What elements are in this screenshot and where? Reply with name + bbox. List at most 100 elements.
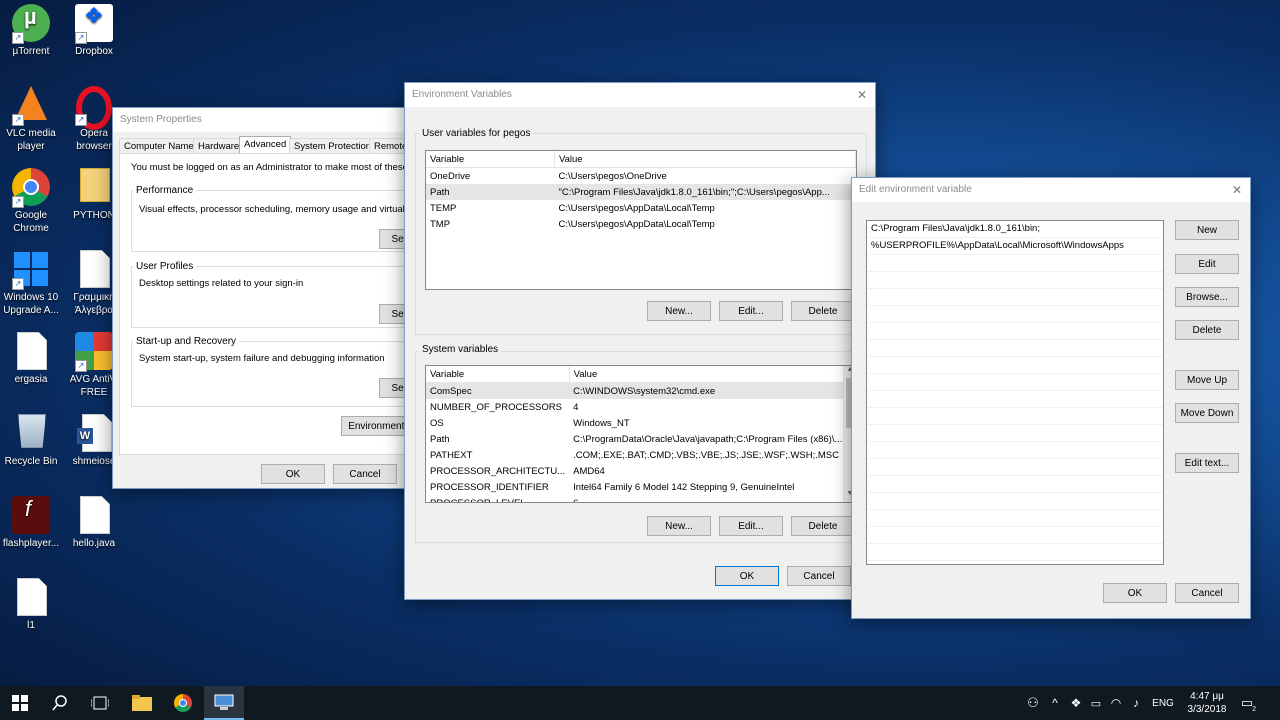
table-row[interactable]: PROCESSOR_IDENTIFIER Intel64 Family 6 Mod… <box>426 479 846 495</box>
desktop-icon-chrome[interactable]: ↗ Google Chrome <box>0 168 62 235</box>
list-item-empty[interactable] <box>867 408 1163 425</box>
column-header-variable[interactable]: Variable <box>426 366 570 383</box>
tab-hardware[interactable]: Hardware <box>193 138 245 154</box>
start-button[interactable] <box>0 686 40 720</box>
environment-variables-titlebar[interactable]: Environment Variables ✕ <box>405 83 875 107</box>
list-item-empty[interactable] <box>867 323 1163 340</box>
desktop-icon-l1[interactable]: l1 <box>0 578 62 632</box>
list-item-empty[interactable] <box>867 289 1163 306</box>
column-header-value[interactable]: Value <box>554 151 856 168</box>
show-hidden-icons-icon[interactable]: ^ <box>1044 696 1066 710</box>
list-item[interactable]: C:\Program Files\Java\jdk1.8.0_161\bin; <box>867 221 1163 238</box>
wifi-icon[interactable]: ◠ <box>1106 696 1126 710</box>
path-entries-list[interactable]: C:\Program Files\Java\jdk1.8.0_161\bin; … <box>866 220 1164 565</box>
cancel-button[interactable]: Cancel <box>787 566 851 586</box>
volume-icon[interactable]: ♪ <box>1126 696 1146 710</box>
people-icon[interactable]: ⚇ <box>1022 695 1044 711</box>
table-row[interactable]: Path "C:\Program Files\Java\jdk1.8.0_161\… <box>426 184 856 200</box>
user-profiles-desc: Desktop settings related to your sign-in <box>139 278 304 289</box>
table-row[interactable]: ComSpec C:\WINDOWS\system32\cmd.exe <box>426 382 847 399</box>
tab-advanced[interactable]: Advanced <box>239 136 292 154</box>
action-center-button[interactable]: ▭ 2 <box>1234 695 1260 713</box>
move-down-button[interactable]: Move Down <box>1175 403 1239 423</box>
list-item-empty[interactable] <box>867 476 1163 493</box>
tab-system-protection[interactable]: System Protection <box>289 138 377 154</box>
clock[interactable]: 4:47 μμ 3/3/2018 <box>1180 690 1234 716</box>
list-item-empty[interactable] <box>867 272 1163 289</box>
list-item-empty[interactable] <box>867 391 1163 408</box>
list-item[interactable]: %USERPROFILE%\AppData\Local\Microsoft\Wi… <box>867 238 1163 255</box>
user-edit-button[interactable]: Edit... <box>719 301 783 321</box>
table-row[interactable]: TEMP C:\Users\pegos\AppData\Local\Temp <box>426 200 856 216</box>
list-item-empty[interactable] <box>867 510 1163 527</box>
desktop-icon-hello-java[interactable]: hello.java <box>63 496 125 550</box>
list-item-empty[interactable] <box>867 544 1163 561</box>
ok-button[interactable]: OK <box>715 566 779 586</box>
desktop-icon-utorrent[interactable]: µ ↗ µTorrent <box>0 4 62 58</box>
move-up-button[interactable]: Move Up <box>1175 370 1239 390</box>
list-item-empty[interactable] <box>867 340 1163 357</box>
system-variables-list[interactable]: Variable Value ComSpec C:\WINDOWS\system3… <box>425 365 857 503</box>
user-delete-button[interactable]: Delete <box>791 301 855 321</box>
table-row[interactable]: Path C:\ProgramData\Oracle\Java\javapath;… <box>426 431 846 447</box>
list-item-empty[interactable] <box>867 425 1163 442</box>
close-icon[interactable]: ✕ <box>1232 178 1242 202</box>
desktop-icon-win10-upgrade[interactable]: ↗ Windows 10 Upgrade A... <box>0 250 62 317</box>
user-new-button[interactable]: New... <box>647 301 711 321</box>
ok-button[interactable]: OK <box>261 464 325 484</box>
new-entry-button[interactable]: New <box>1175 220 1239 240</box>
list-item-empty[interactable] <box>867 493 1163 510</box>
column-header-value[interactable]: Value <box>569 366 847 383</box>
taskbar-chrome[interactable] <box>163 686 203 720</box>
variable-name: OS <box>430 417 444 429</box>
desktop-icon-label: VLC media player <box>6 128 56 152</box>
dropbox-tray-icon[interactable]: ❖ <box>1066 696 1086 710</box>
search-button[interactable] <box>40 686 80 720</box>
taskbar-file-explorer[interactable] <box>122 686 162 720</box>
list-item-empty[interactable] <box>867 374 1163 391</box>
table-row[interactable]: OneDrive C:\Users\pegos\OneDrive <box>426 168 856 185</box>
list-item-empty[interactable] <box>867 357 1163 374</box>
edit-text-button[interactable]: Edit text... <box>1175 453 1239 473</box>
language-indicator[interactable]: ENG <box>1146 698 1180 709</box>
battery-icon[interactable]: ▭ <box>1086 697 1106 710</box>
admin-notice: You must be logged on as an Administrato… <box>131 162 426 173</box>
table-row[interactable]: PATHEXT .COM;.EXE;.BAT;.CMD;.VBS;.VBE;.JS… <box>426 447 846 463</box>
close-icon[interactable]: ✕ <box>857 83 867 107</box>
table-row[interactable]: NUMBER_OF_PROCESSORS 4 <box>426 399 846 415</box>
task-view-button[interactable] <box>80 686 120 720</box>
table-row[interactable]: OS Windows_NT <box>426 415 846 431</box>
desktop-icon-ergasia[interactable]: ergasia <box>0 332 62 386</box>
cancel-button[interactable]: Cancel <box>333 464 397 484</box>
desktop-icon-vlc[interactable]: ↗ VLC media player <box>0 86 62 153</box>
list-item-empty[interactable] <box>867 459 1163 476</box>
taskbar-system-properties[interactable] <box>204 686 244 720</box>
cancel-button[interactable]: Cancel <box>1175 583 1239 603</box>
table-row[interactable]: TMP C:\Users\pegos\AppData\Local\Temp <box>426 216 856 232</box>
variable-value: "C:\Program Files\Java\jdk1.8.0_161\bin;… <box>554 184 856 200</box>
browse-button[interactable]: Browse... <box>1175 287 1239 307</box>
list-item-empty[interactable] <box>867 255 1163 272</box>
table-row[interactable]: PROCESSOR_ARCHITECTU... AMD64 <box>426 463 846 479</box>
system-edit-button[interactable]: Edit... <box>719 516 783 536</box>
table-row[interactable]: PROCESSOR_LEVEL 6 <box>426 495 846 503</box>
edit-env-titlebar[interactable]: Edit environment variable ✕ <box>852 178 1250 202</box>
system-new-button[interactable]: New... <box>647 516 711 536</box>
edit-entry-button[interactable]: Edit <box>1175 254 1239 274</box>
system-properties-titlebar[interactable]: System Properties <box>113 108 413 132</box>
desktop-icon-recycle-bin[interactable]: Recycle Bin <box>0 414 62 468</box>
tab-computer-name[interactable]: Computer Name <box>119 138 199 154</box>
delete-entry-button[interactable]: Delete <box>1175 320 1239 340</box>
system-delete-button[interactable]: Delete <box>791 516 855 536</box>
desktop-icon-dropbox[interactable]: ❖ ↗ Dropbox <box>63 4 125 58</box>
variable-value: C:\ProgramData\Oracle\Java\javapath;C:\P… <box>573 433 843 445</box>
list-item-empty[interactable] <box>867 527 1163 544</box>
list-item-empty[interactable] <box>867 306 1163 323</box>
column-header-variable[interactable]: Variable <box>426 151 555 168</box>
desktop-icon-flashplayer[interactable]: f flashplayer... <box>0 496 62 550</box>
variable-name: NUMBER_OF_PROCESSORS <box>430 401 562 413</box>
list-item-empty[interactable] <box>867 442 1163 459</box>
desktop-icon-label: flashplayer... <box>2 538 60 549</box>
user-variables-list[interactable]: Variable Value OneDrive C:\Users\pegos\On… <box>425 150 857 290</box>
ok-button[interactable]: OK <box>1103 583 1167 603</box>
